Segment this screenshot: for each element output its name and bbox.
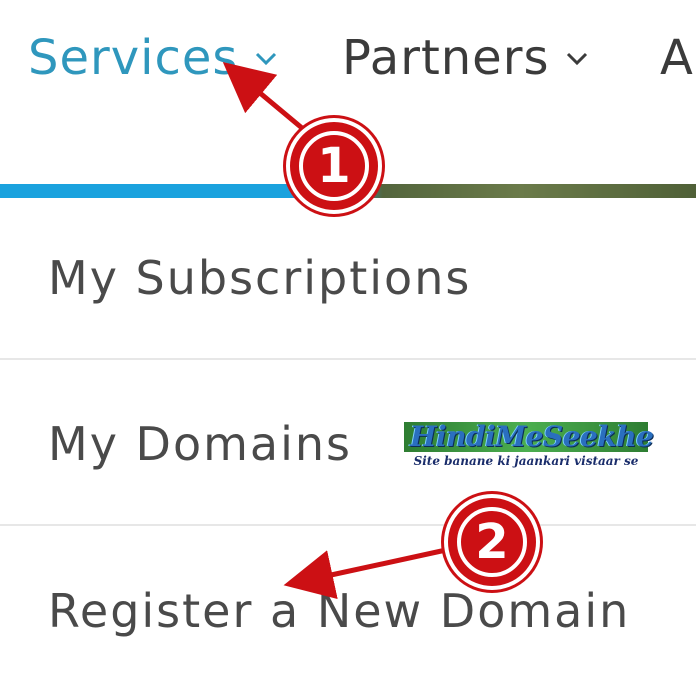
menu-item-register-new-domain[interactable]: Register a New Domain [0, 530, 696, 682]
marker-number: 1 [299, 131, 369, 201]
menu-item-label: Register a New Domain [48, 584, 631, 638]
nav-item-truncated[interactable]: A [660, 28, 694, 88]
watermark-subtitle: Site banane ki jaankari vistaar se [413, 454, 639, 468]
menu-item-label: My Subscriptions [48, 251, 472, 305]
marker-number: 2 [457, 507, 527, 577]
nav-item-services[interactable]: Services [28, 28, 278, 88]
nav-item-label: Partners [342, 30, 550, 86]
menu-item-label: My Domains [48, 417, 352, 471]
nav-item-label: Services [28, 30, 239, 86]
menu-item-my-subscriptions[interactable]: My Subscriptions [0, 198, 696, 360]
watermark-title: HindiMeSeekhe [404, 422, 654, 452]
nav-item-partners[interactable]: Partners [342, 28, 589, 88]
chevron-down-icon [254, 46, 278, 70]
annotation-marker-2: 2 [444, 494, 540, 590]
page: Services Partners A My Subscriptions My … [0, 0, 696, 682]
annotation-marker-1: 1 [286, 118, 382, 214]
nav-item-label: A [660, 30, 694, 86]
top-nav: Services Partners A [0, 0, 696, 120]
watermark-logo: HindiMeSeekhe Site banane ki jaankari vi… [404, 422, 654, 468]
chevron-down-icon [565, 46, 589, 70]
